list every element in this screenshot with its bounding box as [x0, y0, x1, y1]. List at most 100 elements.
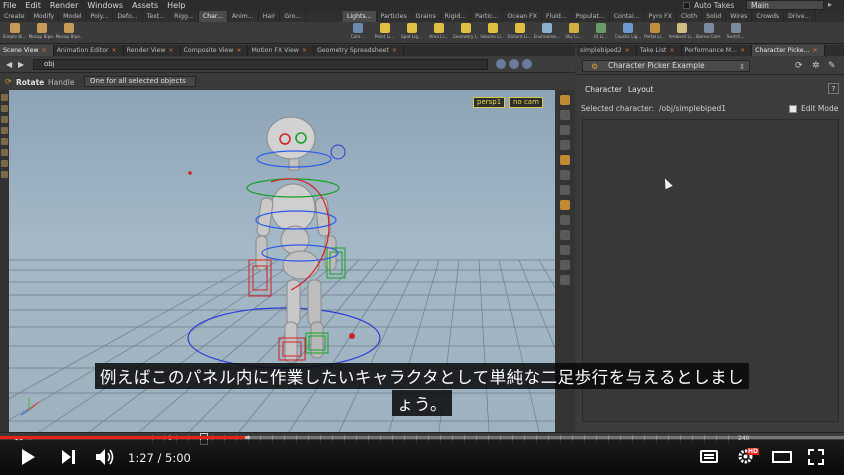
- handle-option-select[interactable]: One for all selected objects: [84, 76, 196, 87]
- close-icon[interactable]: ×: [812, 47, 817, 54]
- menu-assets[interactable]: Assets: [132, 1, 158, 10]
- captions-icon[interactable]: [700, 450, 718, 463]
- shelf-tab[interactable]: Create: [0, 11, 30, 22]
- menu-overflow-icon[interactable]: ▸: [828, 0, 832, 9]
- shelf-tool-button[interactable]: Sky Li...: [561, 23, 586, 43]
- view-tool-icon[interactable]: [1, 160, 8, 167]
- shelf-tool-button[interactable]: Simple Bi...: [2, 23, 27, 43]
- light-icon[interactable]: [560, 155, 570, 165]
- wireframe-icon[interactable]: [560, 110, 570, 120]
- pane-tab[interactable]: simplebiped2 ×: [577, 45, 637, 56]
- shading-icon[interactable]: [560, 140, 570, 150]
- shelf-tab[interactable]: Ocean FX: [503, 11, 542, 22]
- shelf-tab[interactable]: Solid: [702, 11, 727, 22]
- chest[interactable]: [270, 183, 316, 233]
- look-at-control[interactable]: [330, 144, 346, 160]
- tab-character[interactable]: Character: [585, 85, 622, 94]
- shelf-tool-button[interactable]: Distant Li...: [507, 23, 532, 43]
- shelf-tool-button[interactable]: Cam...: [345, 23, 370, 43]
- shelf-tab[interactable]: Poly...: [87, 11, 114, 22]
- shelf-tab[interactable]: Cloth: [677, 11, 703, 22]
- shelf-tab[interactable]: Fluid...: [542, 11, 572, 22]
- grid-icon[interactable]: [560, 215, 570, 225]
- volume-icon[interactable]: [95, 448, 115, 466]
- no-cam-menu[interactable]: no cam: [509, 97, 543, 108]
- close-icon[interactable]: ×: [392, 47, 397, 54]
- fullscreen-icon[interactable]: [808, 449, 824, 465]
- shelf-tab[interactable]: Hair: [259, 11, 281, 22]
- point-icon[interactable]: [560, 230, 570, 240]
- handle-tool-icon[interactable]: [1, 149, 8, 156]
- shelf-tab[interactable]: Pyro FX: [645, 11, 677, 22]
- right-thigh[interactable]: [307, 279, 322, 326]
- shelf-tab[interactable]: Rigg...: [170, 11, 199, 22]
- shelf-tool-button[interactable]: Spot Lig...: [399, 23, 424, 43]
- shelf-tool-button[interactable]: Portal Li...: [642, 23, 667, 43]
- network-path-field[interactable]: obj: [33, 59, 488, 70]
- shelf-tab[interactable]: Char...: [198, 11, 228, 22]
- shelf-tool-button[interactable]: Volume Li...: [480, 23, 505, 43]
- shelf-tool-button[interactable]: Mocap Bipe...: [56, 23, 82, 43]
- shelf-tool-button[interactable]: Switch...: [723, 23, 748, 43]
- close-icon[interactable]: ×: [302, 47, 307, 54]
- shelf-tool-button[interactable]: GI Li...: [588, 23, 613, 43]
- left-thigh[interactable]: [286, 279, 301, 326]
- scale-tool-icon[interactable]: [1, 127, 8, 134]
- edit-mode-checkbox[interactable]: [789, 105, 797, 113]
- shelf-tab[interactable]: Gro...: [280, 11, 307, 22]
- auto-takes-toggle[interactable]: Auto Takes: [683, 1, 734, 10]
- help-button[interactable]: ?: [828, 83, 839, 94]
- pose-tool-icon[interactable]: [1, 138, 8, 145]
- pane-tab[interactable]: Composite View ×: [181, 45, 249, 56]
- close-icon[interactable]: ×: [625, 47, 630, 54]
- lock-camera-icon[interactable]: [560, 170, 570, 180]
- next-icon[interactable]: [62, 450, 75, 464]
- close-icon[interactable]: ×: [42, 47, 47, 54]
- shelf-tab[interactable]: Drive...: [784, 11, 816, 22]
- shelf-tab[interactable]: Contai...: [610, 11, 645, 22]
- take-selector[interactable]: Main: [746, 0, 824, 10]
- pane-tab[interactable]: Motion FX View ×: [248, 45, 315, 56]
- close-icon[interactable]: ×: [740, 47, 745, 54]
- link-icon[interactable]: [509, 59, 519, 69]
- pane-tab[interactable]: Character Picke... ×: [752, 45, 825, 56]
- shelf-tool-button[interactable]: Mocap Bipe...: [29, 23, 55, 43]
- shelf-tab[interactable]: Partic...: [471, 11, 504, 22]
- background-icon[interactable]: [560, 275, 570, 285]
- pin-icon[interactable]: ✎: [828, 61, 836, 71]
- close-icon[interactable]: ×: [236, 47, 241, 54]
- shelf-tool-button[interactable]: Area Li...: [426, 23, 451, 43]
- back-arrow-icon[interactable]: ◀: [6, 60, 12, 69]
- shelf-tool-button[interactable]: Ambient Li...: [669, 23, 695, 43]
- shelf-tool-button[interactable]: Stereo Cam...: [696, 23, 722, 43]
- pelvis[interactable]: [282, 250, 320, 280]
- close-icon[interactable]: ×: [112, 47, 117, 54]
- select-tool-icon[interactable]: [1, 94, 8, 101]
- shelf-tab[interactable]: Grains: [412, 11, 441, 22]
- move-tool-icon[interactable]: [1, 105, 8, 112]
- menu-file[interactable]: File: [3, 1, 16, 10]
- snap-tool-icon[interactable]: [1, 171, 8, 178]
- pane-tab[interactable]: Render View ×: [124, 45, 181, 56]
- menu-windows[interactable]: Windows: [87, 1, 123, 10]
- forward-arrow-icon[interactable]: ▶: [18, 60, 24, 69]
- close-icon[interactable]: ×: [168, 47, 173, 54]
- menu-help[interactable]: Help: [167, 1, 185, 10]
- gear-icon[interactable]: ✲: [812, 61, 820, 71]
- pane-tab[interactable]: Performance M... ×: [682, 45, 753, 56]
- shelf-tab[interactable]: Modify: [30, 11, 60, 22]
- shelf-tool-button[interactable]: Environme...: [534, 23, 560, 43]
- menu-render[interactable]: Render: [50, 1, 78, 10]
- menu-edit[interactable]: Edit: [25, 1, 41, 10]
- snap-icon[interactable]: [560, 200, 570, 210]
- abdomen[interactable]: [280, 225, 310, 255]
- shelf-tool-button[interactable]: Point Li...: [372, 23, 397, 43]
- visibility-icon[interactable]: [560, 260, 570, 270]
- pane-tab[interactable]: Geometry Spreadsheet ×: [314, 45, 405, 56]
- shelf-tab[interactable]: Model: [59, 11, 87, 22]
- auto-takes-checkbox[interactable]: [683, 2, 690, 9]
- view-options-icon[interactable]: [522, 59, 532, 69]
- ghost-icon[interactable]: [560, 125, 570, 135]
- shelf-tab[interactable]: Particles: [377, 11, 412, 22]
- tab-layout[interactable]: Layout: [628, 85, 654, 94]
